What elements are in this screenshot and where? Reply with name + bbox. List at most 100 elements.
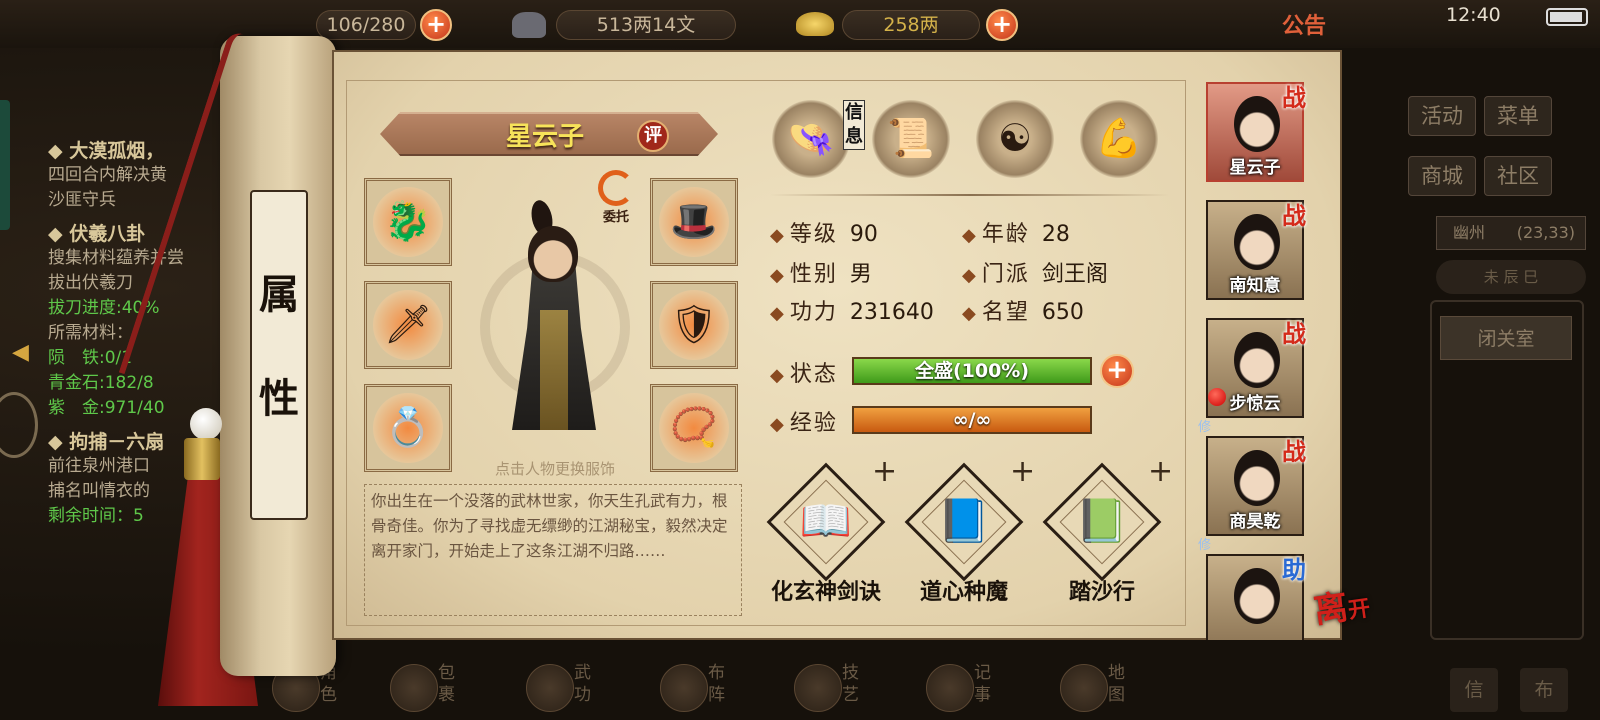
scroll-label-char: 属 <box>259 271 299 318</box>
add-skill-icon[interactable]: + <box>1010 454 1035 489</box>
seclusion-room-button[interactable]: 闭关室 <box>1440 316 1572 360</box>
nav-formation[interactable]: 布阵 <box>660 660 770 720</box>
diamond-icon: ◆ <box>770 225 784 246</box>
exp-bar: ∞/∞ <box>852 406 1092 434</box>
stat-label: 等级 <box>789 222 838 247</box>
meridian-body-icon: 💪 <box>1095 116 1143 160</box>
prayer-beads-icon: 📿 <box>670 405 718 449</box>
community-button[interactable]: 社区 <box>1484 156 1552 196</box>
leave-label-big: 离 <box>1311 587 1351 632</box>
skill-name: 踏沙行 <box>1068 580 1135 605</box>
collapse-left-arrow-icon[interactable]: ◀ <box>12 340 29 365</box>
bag-button[interactable]: 布 <box>1520 668 1568 712</box>
add-skill-icon[interactable]: + <box>872 454 897 489</box>
assist-badge: 助 <box>1282 555 1306 584</box>
quest-line: 沙匪守兵 <box>48 190 116 210</box>
tab-manual[interactable]: 📜 <box>872 100 950 178</box>
hat-icon: 🎩 <box>670 199 718 243</box>
armor-icon: 🛡 <box>669 302 719 346</box>
stat-value: 231640 <box>849 300 934 325</box>
battle-badge: 战 <box>1282 201 1306 230</box>
add-stamina-button[interactable]: + <box>420 9 452 41</box>
entrust-label: 委托 <box>602 210 629 225</box>
sword-icon: 🗡 <box>383 302 433 346</box>
quest-material: 陨 铁:0/1 <box>48 348 133 368</box>
stat-exp-label: ◆ 经验 <box>770 405 838 437</box>
tab-meridian[interactable]: 💪 <box>1080 100 1158 178</box>
rate-button[interactable]: 评 <box>637 120 669 152</box>
left-drawer-tab[interactable] <box>0 100 10 230</box>
add-skill-icon[interactable]: + <box>1148 454 1173 489</box>
stat-label: 门派 <box>981 262 1030 287</box>
quest-title[interactable]: ◆ 伏羲八卦 <box>48 219 248 246</box>
location-coords: (23,33) <box>1516 223 1575 242</box>
nav-skills[interactable]: 技艺 <box>794 660 904 720</box>
equip-slot-ring[interactable]: 💍 <box>364 384 452 472</box>
character-head[interactable] <box>528 226 578 282</box>
character-robe-trim <box>540 310 568 430</box>
portrait-face <box>1234 96 1280 152</box>
ring-icon: 💍 <box>384 405 432 449</box>
menu-button[interactable]: 菜单 <box>1484 96 1552 136</box>
location-display[interactable]: 幽州 (23,33) <box>1436 216 1586 250</box>
location-name: 幽州 <box>1453 223 1486 242</box>
battle-badge: 战 <box>1282 437 1306 466</box>
tools-icon <box>794 664 842 712</box>
nav-martial-arts[interactable]: 武功 <box>526 660 636 720</box>
quest-material: 青金石:182/8 <box>48 373 154 393</box>
nav-bag[interactable]: 包裹 <box>390 660 500 720</box>
battery-icon <box>1546 8 1588 26</box>
stat-label: 状态 <box>789 362 838 387</box>
quest-line: 四回合内解决黄 <box>48 165 167 185</box>
stat-level: ◆ 等级 90 <box>770 216 878 248</box>
equip-slot-armor[interactable]: 🛡 <box>650 281 738 369</box>
stat-label: 性别 <box>789 262 838 287</box>
dragon-ornament-icon: 🐉 <box>384 199 432 243</box>
equip-slot-weapon[interactable]: 🗡 <box>364 281 452 369</box>
entrust-button[interactable]: 委托 <box>596 170 636 225</box>
time-of-day-display: 未 辰 巳 <box>1436 260 1586 294</box>
diamond-icon: ◆ <box>770 365 784 386</box>
scroll-label-char: 性 <box>259 375 299 422</box>
gold-display: 258两 <box>842 10 980 40</box>
stat-age: ◆ 年龄 28 <box>962 216 1070 248</box>
stamina-display: 106/280 <box>316 10 416 40</box>
tab-info-label: 信息 <box>843 100 865 150</box>
info-hat-icon: 👒 <box>787 116 835 160</box>
clock: 12:40 <box>1446 4 1501 26</box>
bagua-icon: ☯ <box>997 116 1033 160</box>
nav-map[interactable]: 地图 <box>1060 660 1170 720</box>
shop-button[interactable]: 商城 <box>1408 156 1476 196</box>
equip-slot-helmet[interactable]: 🎩 <box>650 178 738 266</box>
quest-title[interactable]: ◆ 大漠孤烟， <box>48 136 248 163</box>
activity-button[interactable]: 活动 <box>1408 96 1476 136</box>
quest-line: 搜集材料蕴养并尝 <box>48 248 184 268</box>
exp-bar-text: ∞/∞ <box>952 409 992 431</box>
diamond-icon: ◆ <box>770 303 784 324</box>
equip-slot-beads[interactable]: 📿 <box>650 384 738 472</box>
stat-value: 90 <box>849 222 878 247</box>
letter-button[interactable]: 信 <box>1450 668 1498 712</box>
notice-button[interactable]: 公告 <box>1282 8 1326 40</box>
restore-state-button[interactable]: + <box>1100 354 1134 388</box>
stat-value: 28 <box>1041 222 1070 247</box>
coin-icon <box>512 12 546 38</box>
add-gold-button[interactable]: + <box>986 9 1018 41</box>
character-biography: 你出生在一个没落的武林世家，你天生孔武有力，根骨奇佳。你为了寻找虚无缥缈的江湖秘… <box>364 484 742 616</box>
nav-journal[interactable]: 记事 <box>926 660 1036 720</box>
bag-icon <box>390 664 438 712</box>
journal-icon <box>926 664 974 712</box>
tab-info[interactable]: 👒 <box>772 100 850 178</box>
nav-label: 记事 <box>974 663 991 705</box>
skill-slot[interactable]: 📗 + 踏沙行 <box>1036 454 1186 612</box>
diamond-icon: ◆ <box>770 265 784 286</box>
stat-fame: ◆ 名望 650 <box>962 294 1084 326</box>
equip-slot-weapon-ornament[interactable]: 🐉 <box>364 178 452 266</box>
scroll-manual-icon: 📜 <box>887 116 935 160</box>
tab-bagua[interactable]: ☯ <box>976 100 1054 178</box>
member-name: 商昊乾 <box>1229 512 1281 532</box>
nav-label: 包裹 <box>438 663 455 705</box>
stat-sect: ◆ 门派 剑王阁 <box>962 256 1108 288</box>
member-name: 星云子 <box>1229 158 1281 178</box>
stat-label: 名望 <box>981 300 1030 325</box>
